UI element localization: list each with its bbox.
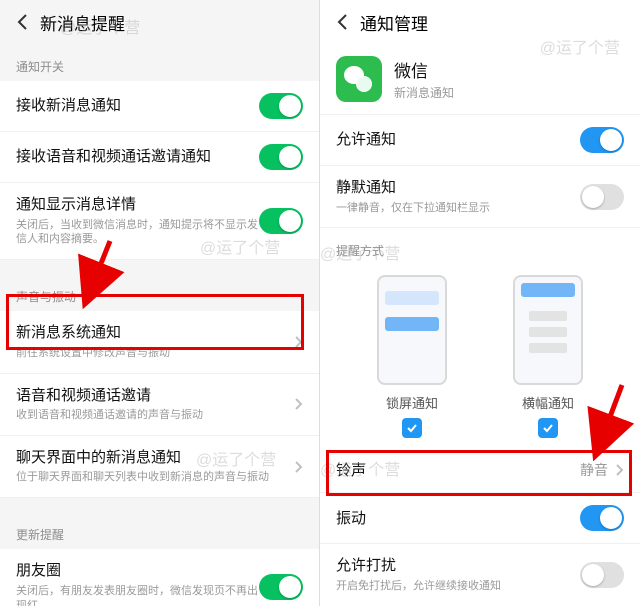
row-label: 静默通知 [336, 178, 580, 198]
style-previews: 锁屏通知 横幅通知 [320, 265, 640, 442]
spacer [0, 260, 319, 274]
toggle-moments[interactable] [259, 574, 303, 600]
row-sub: 开启免打扰后，允许继续接收通知 [336, 579, 580, 594]
row-label: 接收语音和视频通话邀请通知 [16, 147, 259, 167]
row-show-detail[interactable]: 通知显示消息详情 关闭后，当收到微信消息时，通知提示将不显示发信人和内容摘要。 [0, 183, 319, 260]
toggle-allow[interactable] [580, 127, 624, 153]
toggle-dnd[interactable] [580, 562, 624, 588]
row-moments[interactable]: 朋友圈 关闭后，有朋友发表朋友圈时，微信发现页不再出现红… [0, 549, 319, 606]
wechat-icon [336, 56, 382, 102]
row-sub: 收到语音和视频通话邀请的声音与振动 [16, 408, 289, 423]
app-name: 微信 [394, 57, 454, 82]
row-vibrate[interactable]: 振动 [320, 493, 640, 544]
row-sub: 关闭后，有朋友发表朋友圈时，微信发现页不再出现红… [16, 584, 259, 606]
left-screen: 新消息提醒 通知开关 接收新消息通知 接收语音和视频通话邀请通知 通知显示消息详… [0, 0, 320, 606]
row-ringtone[interactable]: 铃声 静音 [320, 448, 640, 493]
row-label: 铃声 [336, 461, 580, 481]
row-label: 语音和视频通话邀请 [16, 386, 289, 406]
row-call-invite[interactable]: 语音和视频通话邀请 收到语音和视频通话邀请的声音与振动 [0, 374, 319, 436]
chevron-right-icon [616, 464, 624, 476]
toggle-silent[interactable] [580, 184, 624, 210]
row-label: 振动 [336, 509, 580, 529]
back-icon[interactable] [12, 12, 32, 32]
right-title: 通知管理 [360, 10, 428, 35]
toggle-vibrate[interactable] [580, 505, 624, 531]
toggle-receive-msg[interactable] [259, 93, 303, 119]
app-sub: 新消息通知 [394, 84, 454, 101]
section-style-title: 提醒方式 [320, 228, 640, 265]
row-label: 聊天界面中的新消息通知 [16, 448, 289, 468]
left-title: 新消息提醒 [40, 10, 125, 35]
row-silent[interactable]: 静默通知 一律静音，仅在下拉通知栏显示 [320, 166, 640, 228]
chevron-right-icon [295, 336, 303, 348]
section-switches-title: 通知开关 [0, 44, 319, 81]
style-banner[interactable]: 横幅通知 [503, 275, 593, 438]
row-label: 接收新消息通知 [16, 96, 259, 116]
row-label: 允许打扰 [336, 556, 580, 576]
row-sub: 前往系统设置中修改声音与振动 [16, 346, 289, 361]
style-lock[interactable]: 锁屏通知 [367, 275, 457, 438]
right-header: 通知管理 [320, 0, 640, 44]
row-value: 静音 [580, 460, 608, 480]
check-icon[interactable] [538, 418, 558, 438]
row-label: 新消息系统通知 [16, 323, 289, 343]
toggle-receive-call[interactable] [259, 144, 303, 170]
style-banner-label: 横幅通知 [522, 393, 574, 412]
row-dnd[interactable]: 允许打扰 开启免打扰后，允许继续接收通知 [320, 544, 640, 606]
right-screen: 通知管理 微信 新消息通知 允许通知 静默通知 一律静音，仅在下拉通知栏显示 提… [320, 0, 640, 606]
toggle-show-detail[interactable] [259, 208, 303, 234]
row-label: 允许通知 [336, 130, 580, 150]
row-chat-notify[interactable]: 聊天界面中的新消息通知 位于聊天界面和聊天列表中收到新消息的声音与振动 [0, 436, 319, 498]
section-sound-title: 声音与振动 [0, 274, 319, 311]
row-receive-msg[interactable]: 接收新消息通知 [0, 81, 319, 132]
section-update-title: 更新提醒 [0, 512, 319, 549]
spacer [0, 498, 319, 512]
row-sub: 位于聊天界面和聊天列表中收到新消息的声音与振动 [16, 470, 289, 485]
row-receive-call[interactable]: 接收语音和视频通话邀请通知 [0, 132, 319, 183]
row-label: 通知显示消息详情 [16, 195, 259, 215]
row-allow-notify[interactable]: 允许通知 [320, 114, 640, 166]
style-lock-label: 锁屏通知 [386, 393, 438, 412]
left-header: 新消息提醒 [0, 0, 319, 44]
chevron-right-icon [295, 461, 303, 473]
check-icon[interactable] [402, 418, 422, 438]
back-icon[interactable] [332, 12, 352, 32]
chevron-right-icon [295, 398, 303, 410]
row-label: 朋友圈 [16, 561, 259, 581]
row-sys-notify[interactable]: 新消息系统通知 前往系统设置中修改声音与振动 [0, 311, 319, 373]
row-sub: 一律静音，仅在下拉通知栏显示 [336, 201, 580, 216]
row-sub: 关闭后，当收到微信消息时，通知提示将不显示发信人和内容摘要。 [16, 218, 259, 248]
app-info: 微信 新消息通知 [320, 44, 640, 114]
